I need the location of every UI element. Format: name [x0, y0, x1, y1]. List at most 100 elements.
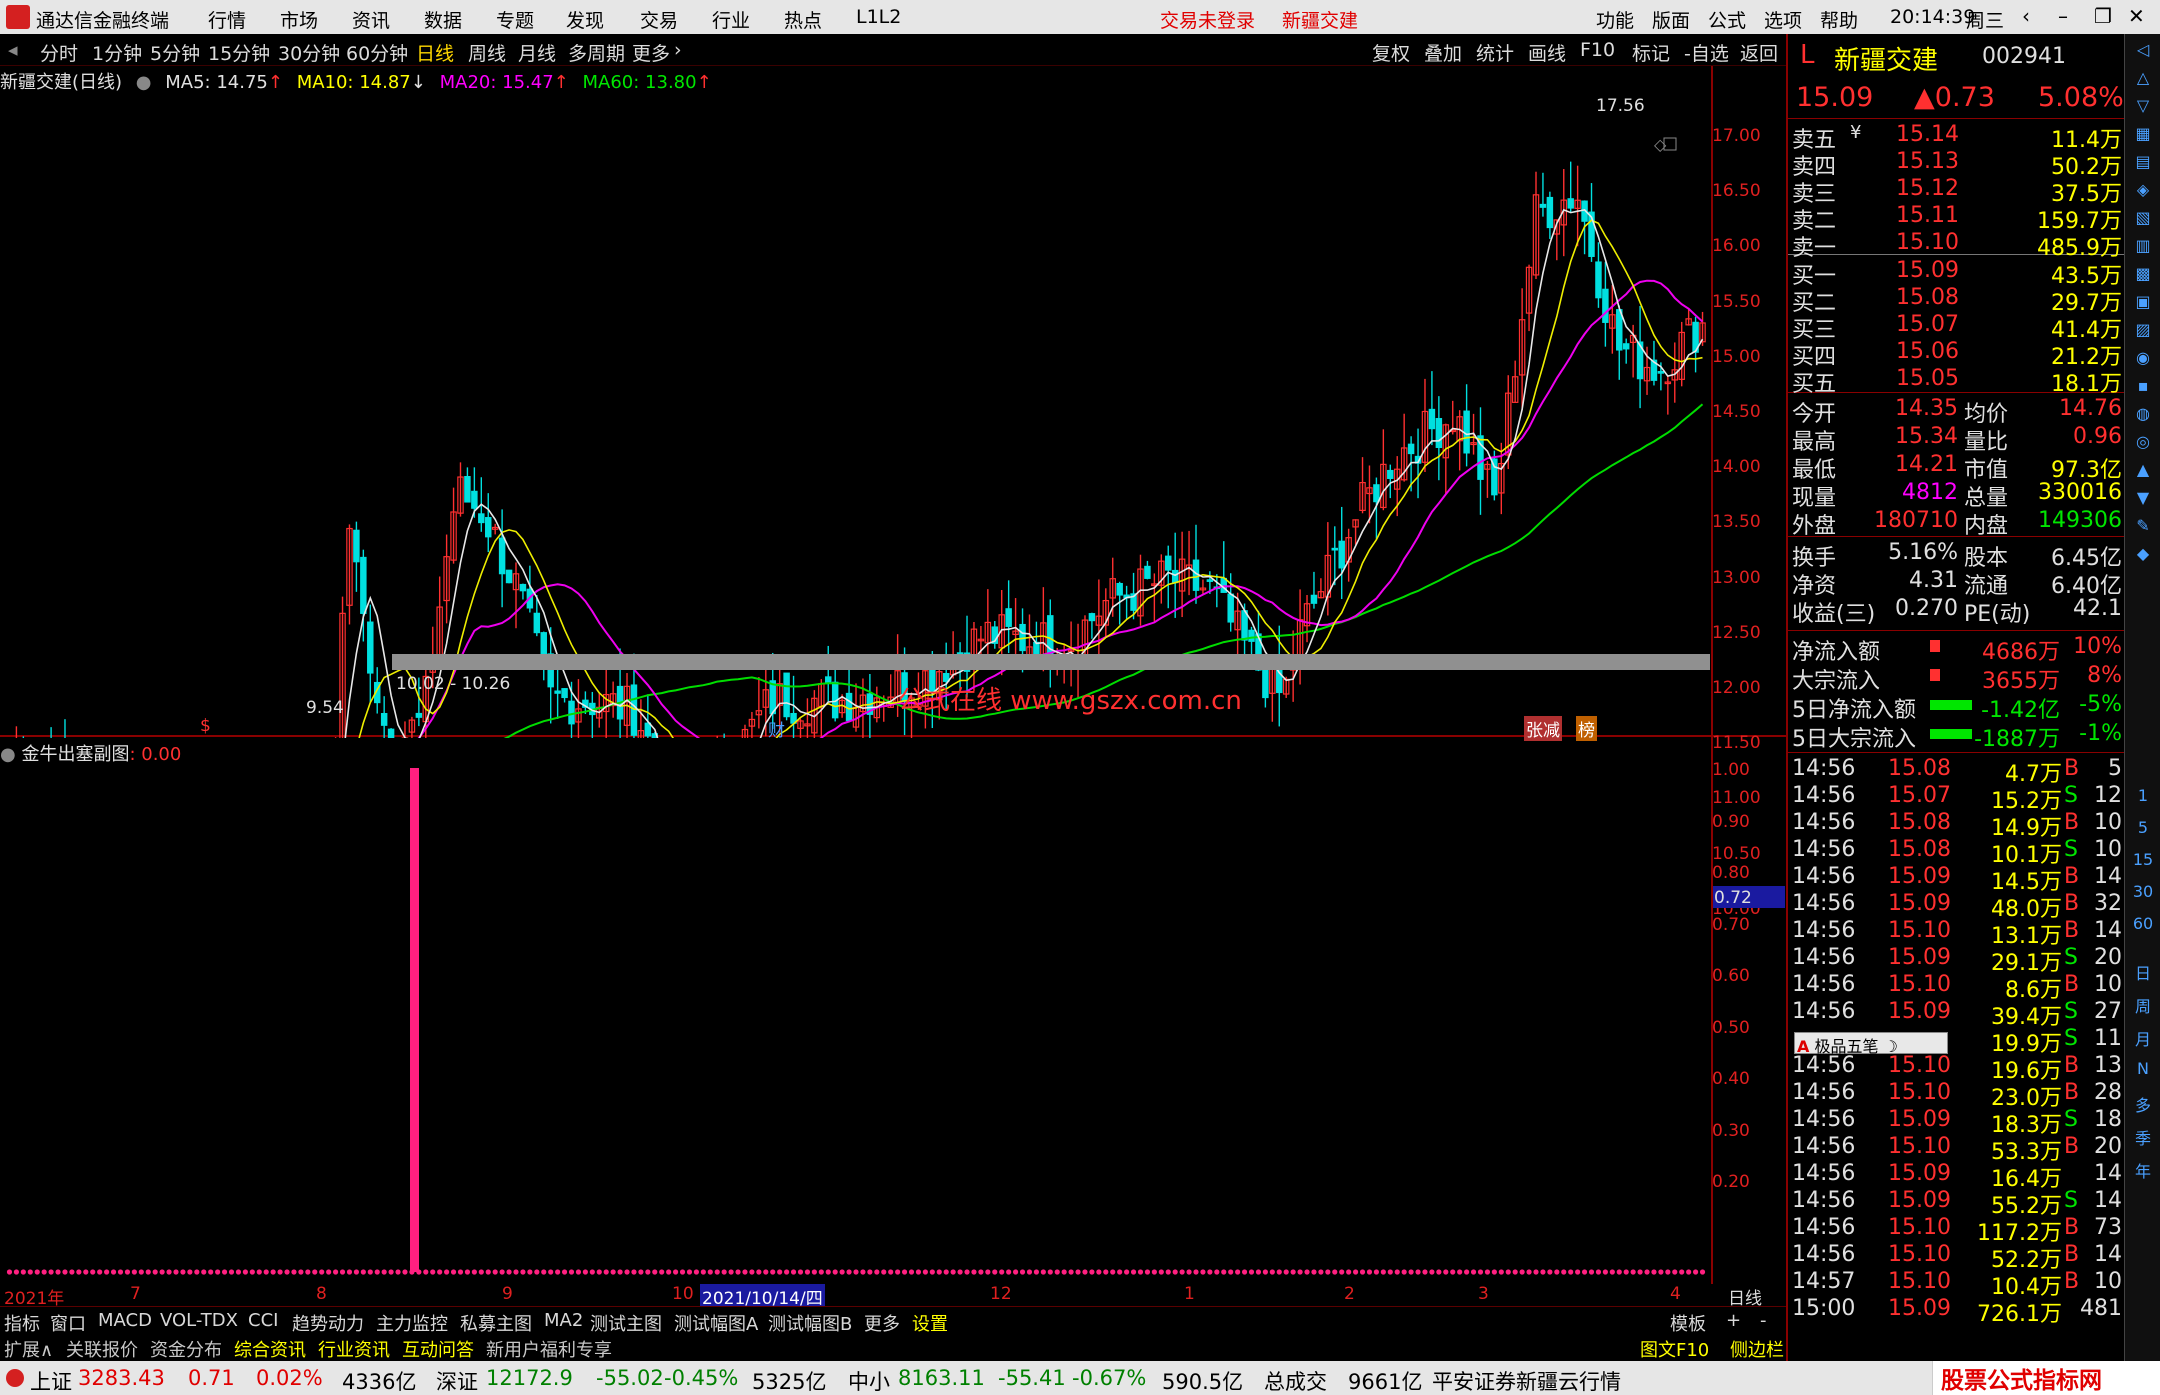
tab-remove-icon[interactable]: -: [1760, 1310, 1767, 1331]
side-tool-icon[interactable]: ▧: [2131, 208, 2155, 230]
menu-redian[interactable]: 热点: [784, 6, 822, 33]
period-monthly[interactable]: 月线: [518, 39, 556, 66]
menu-jiaoyi[interactable]: 交易: [640, 6, 678, 33]
back-icon[interactable]: ‹: [2022, 4, 2030, 28]
side-tool-icon[interactable]: ▼: [2131, 488, 2155, 510]
side-period-icon[interactable]: 日: [2131, 960, 2155, 983]
close-icon[interactable]: ✕: [2128, 4, 2145, 28]
tab-ma2[interactable]: MA2: [544, 1310, 583, 1331]
side-period-num[interactable]: 30: [2131, 882, 2155, 904]
period-1min[interactable]: 1分钟: [92, 39, 142, 66]
tab-cci[interactable]: CCI: [248, 1310, 278, 1331]
menu-zixun[interactable]: 资讯: [352, 6, 390, 33]
tick-row[interactable]: 14:57 15.10 10.4万 B 10: [1792, 1269, 2122, 1300]
side-period-icon[interactable]: 月: [2131, 1026, 2155, 1049]
tab-vol-tdx[interactable]: VOL-TDX: [160, 1310, 238, 1331]
side-tool-icon[interactable]: ▥: [2131, 236, 2155, 258]
restore-icon[interactable]: ❐: [2094, 4, 2112, 28]
side-period-num[interactable]: 1: [2131, 786, 2155, 808]
tick-row[interactable]: 14:56 15.08 10.1万 S 10: [1792, 837, 2122, 868]
side-period-num[interactable]: 15: [2131, 850, 2155, 872]
tab2-hangyezixun[interactable]: 行业资讯: [318, 1336, 390, 1362]
period-multi[interactable]: 多周期: [568, 39, 625, 66]
tick-row[interactable]: 14:56 15.10 52.2万 B 14: [1792, 1242, 2122, 1273]
tick-row[interactable]: 15:00 15.09 726.1万 481: [1792, 1296, 2122, 1327]
btn-huaxian[interactable]: 画线: [1528, 39, 1566, 66]
menu-shuju[interactable]: 数据: [424, 6, 462, 33]
tab2-tuwen-f10[interactable]: 图文F10: [1640, 1336, 1709, 1362]
collapse-icon[interactable]: ◂: [8, 39, 18, 61]
menu-zhuanti[interactable]: 专题: [496, 6, 534, 33]
minimize-icon[interactable]: –: [2058, 4, 2068, 28]
btn-f10[interactable]: F10: [1580, 39, 1615, 61]
tick-row[interactable]: 14:56 15.09 55.2万 S 14: [1792, 1188, 2122, 1219]
side-tool-icon[interactable]: ▩: [2131, 264, 2155, 286]
ticker-item[interactable]: 0.71: [188, 1366, 235, 1390]
ticker-item[interactable]: 中小: [848, 1366, 890, 1395]
tick-row[interactable]: 14:56 15.09 48.0万 B 32: [1792, 891, 2122, 922]
menu-bangzhu[interactable]: 帮助: [1820, 6, 1858, 33]
side-period-num[interactable]: 5: [2131, 818, 2155, 840]
menu-hangqing[interactable]: 行情: [208, 6, 246, 33]
tick-row[interactable]: 14:56 15.10 53.3万 B 20: [1792, 1134, 2122, 1165]
tab2-zijinfenbu[interactable]: 资金分布: [150, 1336, 222, 1362]
side-period-icon[interactable]: N: [2131, 1059, 2155, 1081]
tick-row[interactable]: 14:56 15.09 14.5万 B 14: [1792, 864, 2122, 895]
period-60min[interactable]: 60分钟: [346, 39, 408, 66]
btn-fuquan[interactable]: 复权: [1372, 39, 1410, 66]
side-period-icon[interactable]: 季: [2131, 1125, 2155, 1148]
tick-row[interactable]: 19.9万 S 11: [1792, 1026, 2122, 1057]
chevron-right-icon[interactable]: ›: [674, 39, 682, 61]
side-tool-icon[interactable]: ▣: [2131, 292, 2155, 314]
period-30min[interactable]: 30分钟: [278, 39, 340, 66]
menu-banmian[interactable]: 版面: [1652, 6, 1690, 33]
tick-row[interactable]: 14:56 15.09 16.4万 14: [1792, 1161, 2122, 1192]
tick-row[interactable]: 14:56 15.07 15.2万 S 12: [1792, 783, 2122, 814]
tick-row[interactable]: 14:56 15.10 117.2万 B 73: [1792, 1215, 2122, 1246]
tab-add-icon[interactable]: +: [1726, 1310, 1741, 1331]
ticker-item[interactable]: 5325亿: [752, 1366, 826, 1395]
side-tool-icon[interactable]: ◆: [2131, 544, 2155, 566]
side-tool-icon[interactable]: ▨: [2131, 320, 2155, 342]
tab2-kuozhan[interactable]: 扩展∧: [4, 1336, 53, 1362]
tick-row[interactable]: 14:56 15.10 19.6万 B 13: [1792, 1053, 2122, 1084]
tab2-guanlianbaojia[interactable]: 关联报价: [66, 1336, 138, 1362]
ticker-item[interactable]: 590.5亿: [1162, 1366, 1243, 1395]
side-tool-icon[interactable]: ◁: [2131, 40, 2155, 62]
ticker-item[interactable]: 3283.43: [78, 1366, 165, 1390]
side-period-icon[interactable]: 多: [2131, 1092, 2155, 1115]
tab2-zonghezixun[interactable]: 综合资讯: [234, 1336, 306, 1362]
side-tool-icon[interactable]: ▽: [2131, 96, 2155, 118]
side-tool-icon[interactable]: ◉: [2131, 348, 2155, 370]
side-tool-icon[interactable]: ▤: [2131, 152, 2155, 174]
btn-tongji[interactable]: 统计: [1476, 39, 1514, 66]
side-tool-icon[interactable]: ▲: [2131, 460, 2155, 482]
ticker-item[interactable]: 12172.9: [486, 1366, 573, 1390]
login-status[interactable]: 交易未登录: [1160, 6, 1255, 33]
menu-gongneng[interactable]: 功能: [1596, 6, 1634, 33]
ticker-item[interactable]: 平安证券新疆云行情: [1432, 1366, 1621, 1395]
tick-row[interactable]: 14:56 15.10 8.6万 B 10: [1792, 972, 2122, 1003]
ticker-item[interactable]: -55.02: [596, 1366, 664, 1390]
menu-xuanxiang[interactable]: 选项: [1764, 6, 1802, 33]
menu-shichang[interactable]: 市场: [280, 6, 318, 33]
ticker-item[interactable]: 上证: [30, 1366, 72, 1395]
ticker-item[interactable]: 0.02%: [256, 1366, 323, 1390]
settings-dot-icon[interactable]: ●: [136, 72, 152, 93]
btn-biaoji[interactable]: 标记: [1632, 39, 1670, 66]
side-period-icon[interactable]: 年: [2131, 1158, 2155, 1181]
side-tool-icon[interactable]: ◈: [2131, 180, 2155, 202]
ticker-item[interactable]: 4336亿: [342, 1366, 416, 1395]
ticker-item[interactable]: 9661亿: [1348, 1366, 1422, 1395]
menu-gongshi[interactable]: 公式: [1708, 6, 1746, 33]
indicator-subchart[interactable]: [0, 738, 1786, 1284]
ticker-item[interactable]: -55.41: [998, 1366, 1066, 1390]
menu-l1l2[interactable]: L1L2: [856, 6, 901, 28]
tab-macd[interactable]: MACD: [98, 1310, 152, 1331]
settings-dot-icon[interactable]: ●: [0, 744, 16, 765]
side-tool-icon[interactable]: ◍: [2131, 404, 2155, 426]
period-weekly[interactable]: 周线: [468, 39, 506, 66]
ticker-item[interactable]: -0.45%: [664, 1366, 738, 1390]
period-fenshi[interactable]: 分时: [40, 39, 78, 66]
tab2-hudongwenda[interactable]: 互动问答: [402, 1336, 474, 1362]
